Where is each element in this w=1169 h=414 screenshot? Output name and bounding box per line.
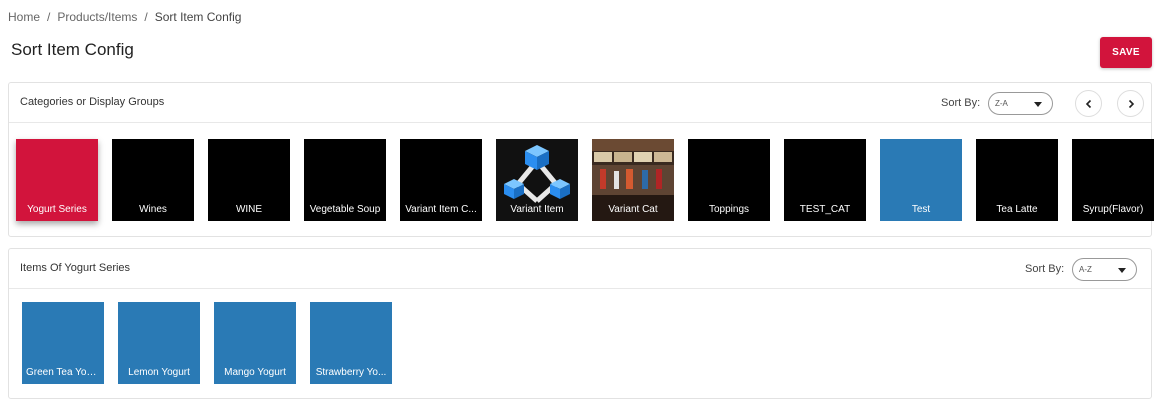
category-tile-label: Wines [139, 204, 167, 215]
category-tile-wine[interactable]: WINE [208, 139, 290, 221]
item-tile-strawberry-yo[interactable]: Strawberry Yo... [310, 302, 392, 384]
categories-panel: Categories or Display Groups Sort By: Z-… [8, 82, 1154, 237]
category-tile-test[interactable]: Test [880, 139, 962, 221]
item-tile-mango-yogurt[interactable]: Mango Yogurt [214, 302, 296, 384]
breadcrumb-separator: / [144, 10, 148, 24]
items-sort-select[interactable]: A-Z [1072, 258, 1137, 281]
category-tile-label: Syrup(Flavor) [1082, 204, 1144, 215]
category-tile-variant-item[interactable]: Variant Item [496, 139, 578, 221]
category-tile-toppings[interactable]: Toppings [688, 139, 770, 221]
category-tile-tea-latte[interactable]: Tea Latte [976, 139, 1058, 221]
item-tile-green-tea-yog[interactable]: Green Tea Yog... [22, 302, 104, 384]
breadcrumb: Home / Products/Items / Sort Item Config [8, 10, 241, 24]
category-tile-wines[interactable]: Wines [112, 139, 194, 221]
breadcrumb-home[interactable]: Home [8, 10, 40, 24]
items-panel-title: Items Of Yogurt Series [20, 262, 131, 274]
items-sort-value: A-Z [1079, 265, 1092, 274]
category-tile-syrup-flavor[interactable]: Syrup(Flavor) [1072, 139, 1154, 221]
items-tile-list: Green Tea Yog... Lemon Yogurt Mango Yogurt… [22, 302, 406, 384]
items-panel: Items Of Yogurt Series Sort By: A-Z Gree… [8, 248, 1152, 399]
category-tile-label: Yogurt Series [27, 204, 87, 215]
caret-down-icon [1118, 268, 1126, 273]
breadcrumb-products[interactable]: Products/Items [57, 10, 137, 24]
category-tile-label: Variant Item [510, 204, 564, 215]
item-tile-label: Mango Yogurt [224, 367, 286, 378]
category-tile-vegetable-soup[interactable]: Vegetable Soup [304, 139, 386, 221]
category-tile-test-cat[interactable]: TEST_CAT [784, 139, 866, 221]
categories-sort-value: Z-A [995, 99, 1008, 108]
chevron-left-icon [1085, 99, 1091, 108]
page-title: Sort Item Config [11, 40, 134, 59]
category-tile-yogurt-series[interactable]: Yogurt Series [16, 139, 98, 221]
item-tile-lemon-yogurt[interactable]: Lemon Yogurt [118, 302, 200, 384]
category-tile-label: Tea Latte [996, 204, 1038, 215]
category-tile-label: Toppings [708, 204, 750, 215]
categories-tile-list: Yogurt Series Wines WINE Vegetable Soup Vari… [16, 139, 1168, 221]
prev-button[interactable] [1075, 90, 1102, 117]
category-tile-label: Variant Cat [608, 204, 658, 215]
categories-panel-header: Categories or Display Groups Sort By: Z-… [9, 83, 1151, 123]
item-tile-label: Lemon Yogurt [128, 367, 190, 378]
category-tile-label: Vegetable Soup [309, 204, 381, 215]
category-tile-label: WINE [235, 204, 263, 215]
category-tile-variant-item-c[interactable]: Variant Item C... [400, 139, 482, 221]
breadcrumb-current: Sort Item Config [154, 10, 242, 24]
category-tile-label: TEST_CAT [799, 204, 851, 215]
item-tile-label: Strawberry Yo... [315, 367, 387, 378]
breadcrumb-separator: / [47, 10, 51, 24]
category-tile-label: Test [911, 204, 931, 215]
categories-sort-label: Sort By: [941, 97, 981, 109]
save-button[interactable]: SAVE [1100, 37, 1152, 68]
items-panel-header: Items Of Yogurt Series Sort By: A-Z [9, 249, 1151, 289]
category-tile-label: Variant Item C... [405, 204, 477, 215]
items-sort-label: Sort By: [1025, 263, 1065, 275]
item-tile-label: Green Tea Yog... [26, 367, 101, 378]
caret-down-icon [1034, 102, 1042, 107]
next-button[interactable] [1117, 90, 1144, 117]
category-tile-variant-cat[interactable]: Variant Cat [592, 139, 674, 221]
chevron-right-icon [1128, 99, 1134, 108]
categories-sort-select[interactable]: Z-A [988, 92, 1053, 115]
categories-panel-title: Categories or Display Groups [20, 96, 165, 108]
